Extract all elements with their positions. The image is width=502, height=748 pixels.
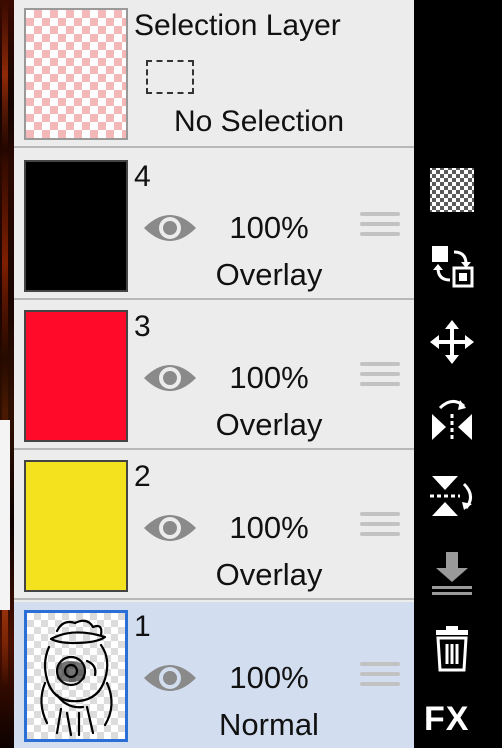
swap-layers-button[interactable] bbox=[426, 240, 478, 292]
layer-blend-mode[interactable]: Overlay bbox=[194, 556, 344, 594]
fx-button[interactable]: FX bbox=[424, 700, 469, 739]
layer-blend-mode[interactable]: Normal bbox=[194, 706, 344, 744]
layer-number: 3 bbox=[134, 310, 151, 343]
move-layer-button[interactable] bbox=[426, 316, 478, 368]
layer-row-2[interactable]: 2 100% Overlay bbox=[14, 452, 414, 600]
flip-horizontal-button[interactable] bbox=[426, 394, 478, 446]
move-arrows-icon bbox=[430, 320, 474, 364]
layer-number: 2 bbox=[134, 460, 151, 493]
layer-thumbnail bbox=[24, 310, 128, 442]
flip-horizontal-icon bbox=[432, 400, 472, 442]
eye-icon[interactable] bbox=[142, 508, 198, 548]
eye-icon[interactable] bbox=[142, 358, 198, 398]
layer-row-3[interactable]: 3 100% Overlay bbox=[14, 302, 414, 450]
merge-down-button[interactable] bbox=[426, 546, 478, 598]
canvas-artwork bbox=[2, 0, 8, 748]
layer-thumbnail bbox=[24, 610, 128, 742]
sketch-thumbnail-image bbox=[40, 619, 113, 737]
layer-thumbnail bbox=[24, 160, 128, 292]
flip-vertical-icon bbox=[430, 476, 472, 516]
layer-opacity[interactable]: 100% bbox=[194, 508, 344, 548]
selection-layer-title: Selection Layer bbox=[134, 9, 341, 42]
selection-marquee-icon bbox=[146, 60, 194, 94]
layer-row-4[interactable]: 4 100% Overlay bbox=[14, 152, 414, 300]
layer-toolbar: FX bbox=[414, 0, 502, 748]
canvas-artwork bbox=[0, 420, 10, 610]
layer-panel: Selection Layer No Selection 4 100% Over… bbox=[14, 0, 414, 748]
layer-thumbnail bbox=[24, 460, 128, 592]
transparency-checker-button[interactable] bbox=[426, 164, 478, 216]
drag-handle-icon[interactable] bbox=[360, 362, 400, 394]
trash-icon bbox=[436, 626, 468, 672]
drag-handle-icon[interactable] bbox=[360, 662, 400, 694]
layer-number: 1 bbox=[134, 610, 151, 643]
layer-opacity[interactable]: 100% bbox=[194, 358, 344, 398]
eye-icon[interactable] bbox=[142, 658, 198, 698]
merge-down-icon bbox=[432, 552, 472, 595]
layer-row-1[interactable]: 1 100% Normal bbox=[14, 602, 414, 748]
selection-status: No Selection bbox=[174, 105, 345, 138]
flip-vertical-button[interactable] bbox=[426, 470, 478, 522]
eye-icon[interactable] bbox=[142, 208, 198, 248]
swap-layers-icon bbox=[432, 246, 474, 288]
canvas-edge[interactable] bbox=[0, 0, 14, 748]
layer-opacity[interactable]: 100% bbox=[194, 658, 344, 698]
layer-number: 4 bbox=[134, 160, 151, 193]
layer-opacity[interactable]: 100% bbox=[194, 208, 344, 248]
layer-blend-mode[interactable]: Overlay bbox=[194, 256, 344, 294]
layer-blend-mode[interactable]: Overlay bbox=[194, 406, 344, 444]
selection-layer-row[interactable]: Selection Layer No Selection bbox=[14, 0, 414, 148]
selection-layer-thumbnail bbox=[24, 8, 128, 140]
transparency-checker-icon bbox=[430, 168, 474, 212]
drag-handle-icon[interactable] bbox=[360, 512, 400, 544]
drag-handle-icon[interactable] bbox=[360, 212, 400, 244]
delete-layer-button[interactable] bbox=[426, 622, 478, 674]
